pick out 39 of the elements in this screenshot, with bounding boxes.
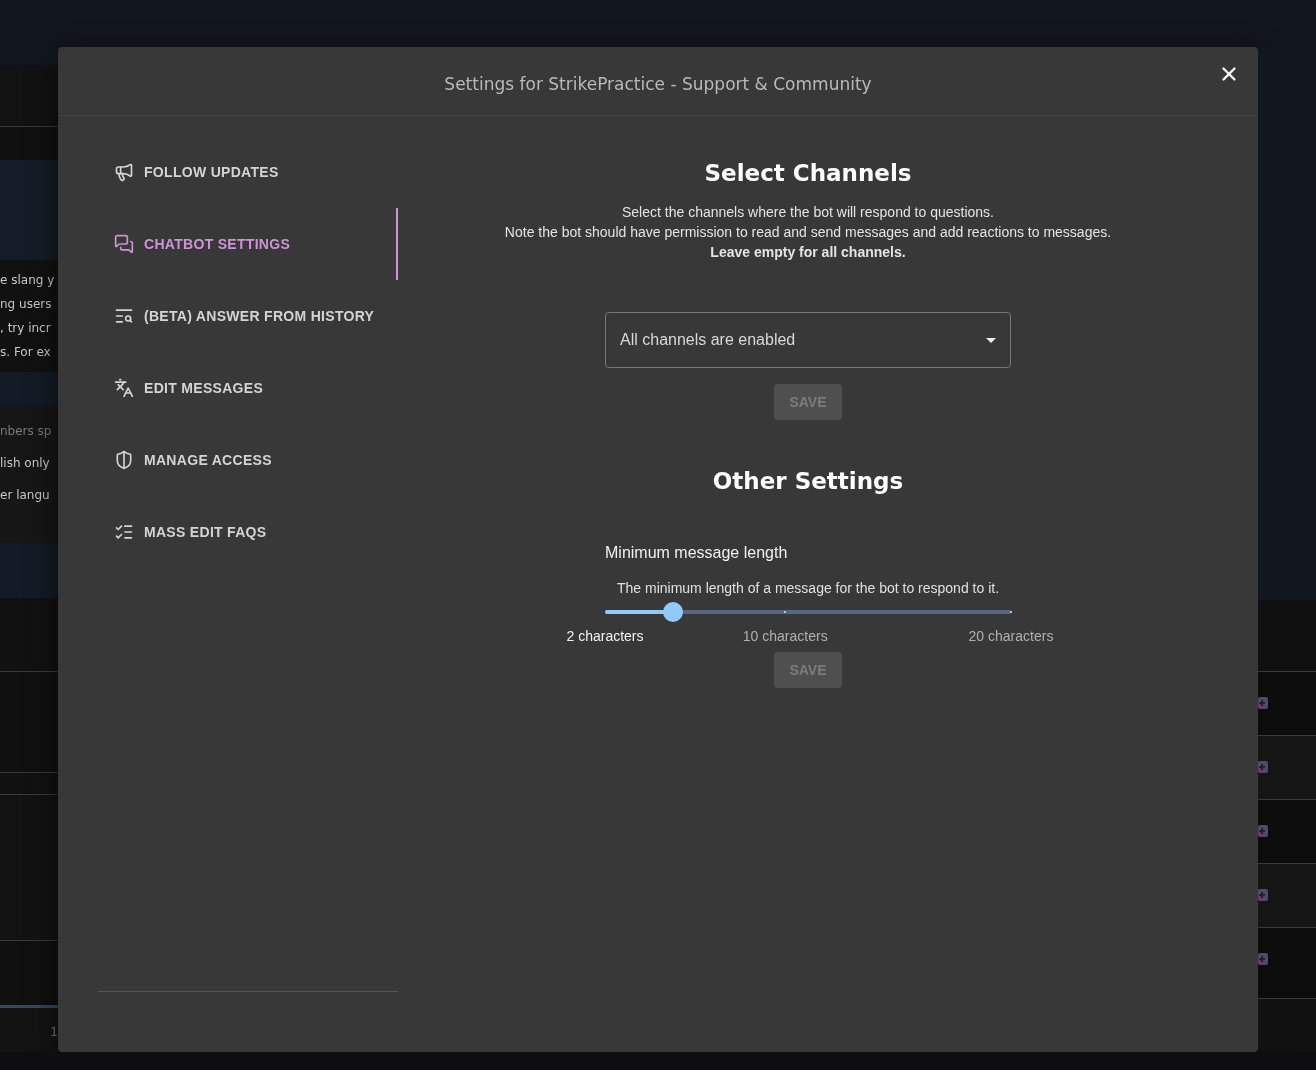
slider-mark-label: 10 characters: [742, 628, 828, 644]
plus-icon[interactable]: [1258, 761, 1268, 773]
slider-mark-label: 2 characters: [566, 628, 644, 644]
sidebar-item[interactable]: MASS EDIT FAQS: [98, 496, 398, 568]
plus-icon[interactable]: [1258, 953, 1268, 965]
plus-icon[interactable]: [1258, 825, 1268, 837]
sidebar-item[interactable]: CHATBOT SETTINGS: [98, 208, 398, 280]
sidebar-item[interactable]: FOLLOW UPDATES: [98, 136, 398, 208]
sidebar-item[interactable]: (BETA) ANSWER FROM HISTORY: [98, 280, 398, 352]
chat-bubbles-icon: [114, 234, 134, 254]
text-search-icon: [114, 306, 134, 326]
background-text: s. For ex: [0, 344, 52, 361]
background-text: er langu: [0, 487, 51, 504]
background-text: e slang y: [0, 272, 56, 289]
plus-icon[interactable]: [1258, 889, 1268, 901]
sidebar-item[interactable]: EDIT MESSAGES: [98, 352, 398, 424]
background-text: , try incr: [0, 320, 52, 337]
background-text: 1: [50, 1024, 58, 1041]
plus-icon[interactable]: [1258, 697, 1268, 709]
channel-select[interactable]: All channels are enabled: [605, 312, 1011, 368]
slider-track[interactable]: [605, 610, 1011, 614]
slider-thumb[interactable]: [662, 602, 683, 622]
setting-label: Minimum message length: [605, 544, 789, 562]
setting-description: The minimum length of a message for the bot to respond to it.: [615, 580, 1001, 596]
tick-mark: [1010, 611, 1012, 613]
background-text: nbers sp: [0, 423, 53, 440]
shield-icon: [114, 450, 134, 470]
section-heading: Other Settings: [712, 468, 904, 494]
megaphone-icon: [114, 162, 134, 182]
dropdown-caret-icon: [986, 337, 996, 343]
slider-mark-label: 20 characters: [968, 628, 1054, 644]
translate-icon: [114, 378, 134, 398]
dialog-title: Settings for StrikePractice - Support & Community: [444, 74, 872, 94]
section-heading: Select Channels: [704, 160, 912, 186]
tick-mark: [784, 611, 787, 613]
section-description: Select the channels where the bot will respond to questions. Note the bot should have permission to read and send messages and add reactions to messages. Leave empty for all channels.: [504, 203, 1112, 262]
background-text: ng users: [0, 296, 53, 313]
background-text: lish only: [0, 455, 51, 472]
sidebar-item[interactable]: MANAGE ACCESS: [98, 424, 398, 496]
